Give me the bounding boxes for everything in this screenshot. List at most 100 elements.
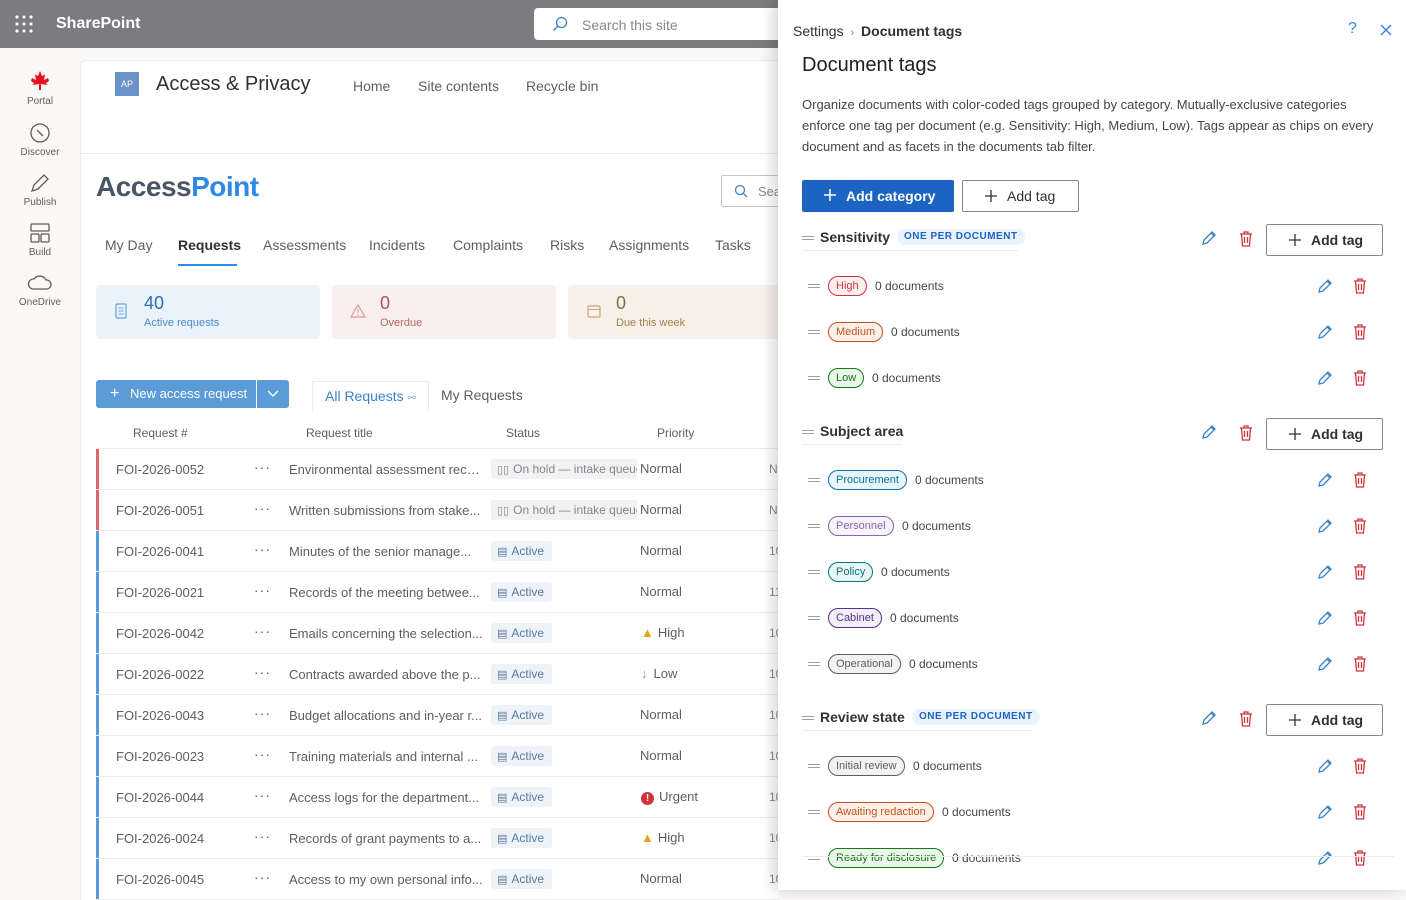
more-options-icon[interactable]: ··· bbox=[254, 623, 271, 639]
view-all-requests[interactable]: All Requests ⚯ bbox=[312, 381, 429, 411]
edit-tag-icon[interactable] bbox=[1316, 757, 1334, 775]
edit-tag-icon[interactable] bbox=[1316, 655, 1334, 673]
edit-tag-icon[interactable] bbox=[1316, 369, 1334, 387]
table-row[interactable]: FOI-2026-0042 ··· Emails concerning the se… bbox=[96, 613, 779, 653]
tag-chip[interactable]: Awaiting redaction bbox=[828, 802, 934, 822]
table-row[interactable]: FOI-2026-0051 ··· Written submissions from… bbox=[96, 490, 779, 530]
table-row[interactable]: FOI-2026-0024 ··· Records of grant payment… bbox=[96, 818, 779, 858]
breadcrumb-settings[interactable]: Settings bbox=[793, 23, 844, 39]
edit-tag-icon[interactable] bbox=[1316, 849, 1334, 867]
nav-recycle-bin[interactable]: Recycle bin bbox=[526, 78, 598, 94]
delete-category-icon[interactable] bbox=[1238, 424, 1254, 442]
delete-tag-icon[interactable] bbox=[1352, 757, 1368, 775]
edit-tag-icon[interactable] bbox=[1316, 323, 1334, 341]
delete-tag-icon[interactable] bbox=[1352, 517, 1368, 535]
tag-chip[interactable]: Procurement bbox=[828, 470, 907, 490]
request-title[interactable]: Records of the meeting betwee... bbox=[289, 585, 484, 600]
request-title[interactable]: Contracts awarded above the p... bbox=[289, 667, 484, 682]
drag-handle-icon[interactable] bbox=[808, 764, 820, 768]
drag-handle-icon[interactable] bbox=[808, 524, 820, 528]
rail-item-portal[interactable]: Portal bbox=[0, 70, 80, 107]
tag-chip[interactable]: Policy bbox=[828, 562, 874, 582]
delete-tag-icon[interactable] bbox=[1352, 563, 1368, 581]
edit-tag-icon[interactable] bbox=[1316, 471, 1334, 489]
table-row[interactable]: FOI-2026-0022 ··· Contracts awarded above … bbox=[96, 654, 779, 694]
site-logo[interactable]: AP bbox=[115, 72, 139, 96]
request-number[interactable]: FOI-2026-0044 bbox=[116, 790, 204, 805]
request-number[interactable]: FOI-2026-0021 bbox=[116, 585, 204, 600]
drag-handle-icon[interactable] bbox=[808, 810, 820, 814]
more-options-icon[interactable]: ··· bbox=[254, 459, 271, 475]
request-number[interactable]: FOI-2026-0051 bbox=[116, 503, 204, 518]
delete-tag-icon[interactable] bbox=[1352, 277, 1368, 295]
tag-chip[interactable]: Low bbox=[828, 368, 865, 388]
delete-tag-icon[interactable] bbox=[1352, 609, 1368, 627]
request-number[interactable]: FOI-2026-0023 bbox=[116, 749, 204, 764]
column-header-request-title[interactable]: Request title bbox=[306, 426, 373, 440]
drag-handle-icon[interactable] bbox=[802, 716, 814, 720]
request-title[interactable]: Access to my own personal info... bbox=[289, 872, 484, 887]
more-options-icon[interactable]: ··· bbox=[254, 500, 271, 516]
add-tag-to-category-button[interactable]: Add tag bbox=[1266, 704, 1383, 736]
edit-tag-icon[interactable] bbox=[1316, 803, 1334, 821]
delete-tag-icon[interactable] bbox=[1352, 803, 1368, 821]
drag-handle-icon[interactable] bbox=[808, 376, 820, 380]
request-title[interactable]: Access logs for the department... bbox=[289, 790, 484, 805]
tab-my-day[interactable]: My Day bbox=[105, 237, 152, 253]
drag-handle-icon[interactable] bbox=[802, 430, 814, 434]
request-title[interactable]: Written submissions from stake... bbox=[289, 503, 484, 518]
request-number[interactable]: FOI-2026-0045 bbox=[116, 872, 204, 887]
request-number[interactable]: FOI-2026-0052 bbox=[116, 462, 204, 477]
table-row[interactable]: FOI-2026-0023 ··· Training materials and i… bbox=[96, 736, 779, 776]
table-row[interactable]: FOI-2026-0052 ··· Environmental assessment… bbox=[96, 449, 779, 489]
add-tag-to-category-button[interactable]: Add tag bbox=[1266, 224, 1383, 256]
table-row[interactable]: FOI-2026-0043 ··· Budget allocations and i… bbox=[96, 695, 779, 735]
table-row[interactable]: FOI-2026-0021 ··· Records of the meeting b… bbox=[96, 572, 779, 612]
tag-chip[interactable]: Cabinet bbox=[828, 608, 882, 628]
tag-chip[interactable]: Personnel bbox=[828, 516, 894, 536]
due-this-week-card[interactable]: 0 Due this week bbox=[568, 285, 780, 339]
delete-tag-icon[interactable] bbox=[1352, 323, 1368, 341]
delete-tag-icon[interactable] bbox=[1352, 369, 1368, 387]
column-header-request-number[interactable]: Request # bbox=[133, 426, 188, 440]
rail-item-publish[interactable]: Publish bbox=[0, 171, 80, 208]
more-options-icon[interactable]: ··· bbox=[254, 705, 271, 721]
more-options-icon[interactable]: ··· bbox=[254, 787, 271, 803]
add-tag-to-category-button[interactable]: Add tag bbox=[1266, 418, 1383, 450]
app-launcher-icon[interactable] bbox=[14, 14, 34, 34]
overdue-card[interactable]: 0 Overdue bbox=[332, 285, 556, 339]
request-number[interactable]: FOI-2026-0022 bbox=[116, 667, 204, 682]
request-title[interactable]: Budget allocations and in-year r... bbox=[289, 708, 484, 723]
new-request-dropdown-button[interactable] bbox=[257, 380, 289, 408]
tag-chip[interactable]: High bbox=[828, 276, 867, 296]
view-my-requests[interactable]: My Requests bbox=[429, 381, 535, 411]
more-options-icon[interactable]: ··· bbox=[254, 582, 271, 598]
edit-tag-icon[interactable] bbox=[1316, 609, 1334, 627]
site-search-box[interactable]: Search this site bbox=[534, 8, 794, 40]
delete-tag-icon[interactable] bbox=[1352, 471, 1368, 489]
tab-assessments[interactable]: Assessments bbox=[263, 237, 346, 253]
drag-handle-icon[interactable] bbox=[802, 236, 814, 240]
tab-complaints[interactable]: Complaints bbox=[453, 237, 523, 253]
tab-assignments[interactable]: Assignments bbox=[609, 237, 689, 253]
drag-handle-icon[interactable] bbox=[808, 616, 820, 620]
delete-category-icon[interactable] bbox=[1238, 230, 1254, 248]
new-access-request-button[interactable]: + New access request bbox=[96, 380, 256, 408]
edit-tag-icon[interactable] bbox=[1316, 277, 1334, 295]
drag-handle-icon[interactable] bbox=[808, 330, 820, 334]
more-options-icon[interactable]: ··· bbox=[254, 746, 271, 762]
edit-tag-icon[interactable] bbox=[1316, 517, 1334, 535]
column-header-priority[interactable]: Priority bbox=[657, 426, 694, 440]
help-icon[interactable]: ? bbox=[1348, 20, 1357, 38]
sharepoint-brand[interactable]: SharePoint bbox=[56, 15, 140, 33]
tab-risks[interactable]: Risks bbox=[550, 237, 584, 253]
rail-item-build[interactable]: Build bbox=[0, 221, 80, 258]
request-title[interactable]: Minutes of the senior manage... bbox=[289, 544, 484, 559]
drag-handle-icon[interactable] bbox=[808, 478, 820, 482]
request-title[interactable]: Records of grant payments to a... bbox=[289, 831, 484, 846]
more-options-icon[interactable]: ··· bbox=[254, 664, 271, 680]
tab-incidents[interactable]: Incidents bbox=[369, 237, 425, 253]
drag-handle-icon[interactable] bbox=[808, 662, 820, 666]
tab-requests[interactable]: Requests bbox=[178, 237, 241, 253]
delete-tag-icon[interactable] bbox=[1352, 849, 1368, 867]
